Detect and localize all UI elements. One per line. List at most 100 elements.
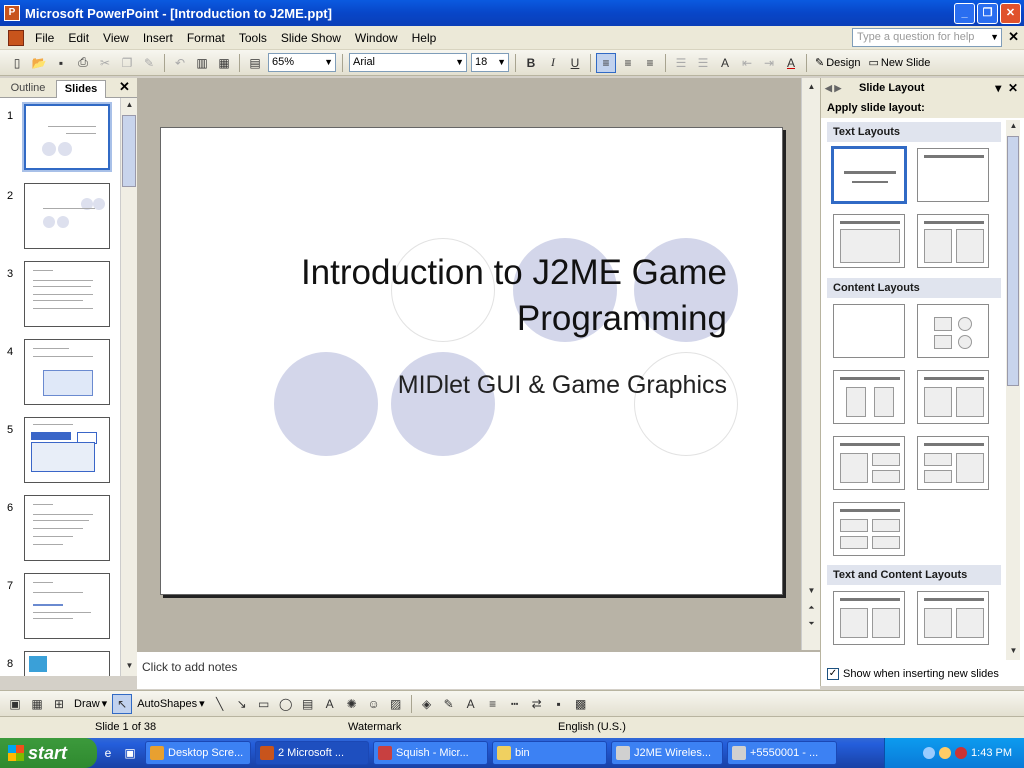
layout-two-column-text[interactable] [917, 214, 989, 268]
layout-content[interactable] [917, 304, 989, 358]
font-size-select[interactable]: 18 ▼ [471, 53, 509, 72]
chart-icon[interactable]: ▥ [192, 53, 212, 73]
line-icon[interactable]: ╲ [210, 694, 230, 714]
layout-text-content[interactable] [833, 591, 905, 645]
align-left-icon[interactable]: ≡ [596, 52, 616, 73]
open-icon[interactable]: 📂 [29, 53, 49, 73]
align-center-icon[interactable]: ≡ [618, 53, 638, 73]
font-select[interactable]: Arial ▼ [349, 53, 467, 72]
slide-thumbnail[interactable] [24, 183, 110, 249]
slide-thumbnail[interactable] [24, 495, 110, 561]
wordart-icon[interactable]: A [320, 694, 340, 714]
increase-font-icon[interactable]: A [715, 53, 735, 73]
taskbar-item[interactable]: J2ME Wireles... [611, 741, 723, 765]
taskbar-item[interactable]: +5550001 - ... [727, 741, 837, 765]
arrow-style-icon[interactable]: ⇄ [527, 694, 547, 714]
task-pane-scrollbar[interactable]: ▲ ▼ [1006, 120, 1020, 660]
volume-icon[interactable] [939, 747, 952, 759]
menu-insert[interactable]: Insert [136, 31, 180, 45]
dash-style-icon[interactable]: ┅ [505, 694, 525, 714]
slide-thumbnail[interactable] [24, 573, 110, 639]
layout-title-two-content[interactable] [917, 370, 989, 424]
close-pane-icon[interactable]: ✕ [119, 79, 130, 95]
slide-subtitle[interactable]: MIDlet GUI & Game Graphics [398, 371, 727, 400]
slide-thumbnail[interactable] [24, 339, 110, 405]
restore-button[interactable]: ❐ [977, 3, 998, 24]
save-icon[interactable]: ▪ [51, 53, 71, 73]
select-pointer-icon[interactable]: ↖ [112, 693, 133, 714]
taskbar-item[interactable]: bin [492, 741, 607, 765]
network-icon[interactable] [923, 747, 936, 759]
layout-title-only[interactable] [917, 148, 989, 202]
numbering-icon[interactable]: ☰ [671, 53, 691, 73]
ie-icon[interactable]: e [98, 743, 118, 763]
taskbar-item[interactable]: Squish - Micr... [373, 741, 488, 765]
slide-show-icon[interactable]: ⊞ [49, 694, 69, 714]
cut-icon[interactable]: ✂ [95, 53, 115, 73]
document-icon[interactable] [8, 29, 24, 46]
table-icon[interactable]: ▦ [214, 53, 234, 73]
slide-sorter-icon[interactable]: ▦ [27, 694, 47, 714]
new-icon[interactable]: ▯ [7, 53, 27, 73]
checkbox-icon[interactable]: ✓ [827, 668, 839, 680]
slide-thumbnail[interactable] [24, 651, 110, 676]
rectangle-icon[interactable]: ▭ [254, 694, 274, 714]
scroll-up-icon[interactable]: ▲ [1007, 121, 1020, 134]
grid-icon[interactable]: ▤ [245, 53, 265, 73]
print-icon[interactable]: ⎙ [73, 53, 93, 73]
line-color-icon[interactable]: ✎ [439, 694, 459, 714]
back-forward-icon[interactable]: ◀ ▶ [825, 78, 841, 98]
slide-thumbnail[interactable] [22, 102, 112, 172]
desktop-icon[interactable]: ▣ [120, 743, 140, 763]
layout-title-two-content-over[interactable] [917, 436, 989, 490]
font-color-icon[interactable]: A [781, 53, 801, 73]
decrease-indent-icon[interactable]: ⇤ [737, 53, 757, 73]
diagram-icon[interactable]: ✺ [342, 694, 362, 714]
notes-pane[interactable]: Click to add notes [137, 650, 820, 689]
tray-app-icon[interactable] [955, 747, 968, 759]
layout-content-text[interactable] [917, 591, 989, 645]
picture-icon[interactable]: ▨ [386, 694, 406, 714]
start-button[interactable]: start [0, 738, 97, 768]
minimize-button[interactable]: _ [954, 3, 975, 24]
fill-color-icon[interactable]: ◈ [417, 694, 437, 714]
undo-icon[interactable]: ↶ [170, 53, 190, 73]
layout-title-content[interactable] [833, 370, 905, 424]
italic-button[interactable]: I [543, 53, 563, 73]
slide-thumbnail[interactable] [24, 261, 110, 327]
menu-edit[interactable]: Edit [61, 31, 96, 45]
font-color-icon[interactable]: A [461, 694, 481, 714]
tab-slides[interactable]: Slides [56, 80, 106, 98]
copy-icon[interactable]: ❐ [117, 53, 137, 73]
menu-tools[interactable]: Tools [232, 31, 274, 45]
scroll-down-icon[interactable]: ▼ [1007, 646, 1020, 659]
close-button[interactable]: ✕ [1000, 3, 1021, 24]
slide-scrollbar[interactable]: ▲ ▼ ⏶ ⏷ [801, 78, 820, 650]
slide-title[interactable]: Introduction to J2ME Game Programming [301, 250, 727, 342]
taskbar-item[interactable]: Desktop Scre... [145, 741, 251, 765]
chevron-down-icon[interactable]: ▼ [990, 29, 999, 46]
format-painter-icon[interactable]: ✎ [139, 53, 159, 73]
layout-title-content-two[interactable] [833, 436, 905, 490]
new-slide-button[interactable]: ▭ New Slide [864, 56, 934, 70]
taskbar-item[interactable]: 2 Microsoft ... [255, 741, 369, 765]
3d-icon[interactable]: ▩ [571, 694, 591, 714]
draw-menu-button[interactable]: Draw ▾ [70, 697, 111, 711]
clipart-icon[interactable]: ☺ [364, 694, 384, 714]
scroll-down-icon[interactable]: ▼ [805, 586, 818, 599]
thumbnail-scrollbar[interactable]: ▲ ▼ [120, 98, 137, 676]
task-pane-controls[interactable]: ▾ ✕ [995, 78, 1018, 98]
menu-file[interactable]: File [28, 31, 61, 45]
menu-format[interactable]: Format [180, 31, 232, 45]
menu-help[interactable]: Help [405, 31, 444, 45]
help-search-input[interactable]: Type a question for help ▼ [852, 28, 1002, 47]
autoshapes-menu-button[interactable]: AutoShapes ▾ [133, 697, 208, 711]
layout-title-slide[interactable] [831, 146, 907, 204]
increase-indent-icon[interactable]: ⇥ [759, 53, 779, 73]
layout-blank[interactable] [833, 304, 905, 358]
menu-slide-show[interactable]: Slide Show [274, 31, 348, 45]
layout-title-text[interactable] [833, 214, 905, 268]
scroll-down-icon[interactable]: ▼ [123, 661, 136, 674]
align-right-icon[interactable]: ≡ [640, 53, 660, 73]
menu-window[interactable]: Window [348, 31, 405, 45]
